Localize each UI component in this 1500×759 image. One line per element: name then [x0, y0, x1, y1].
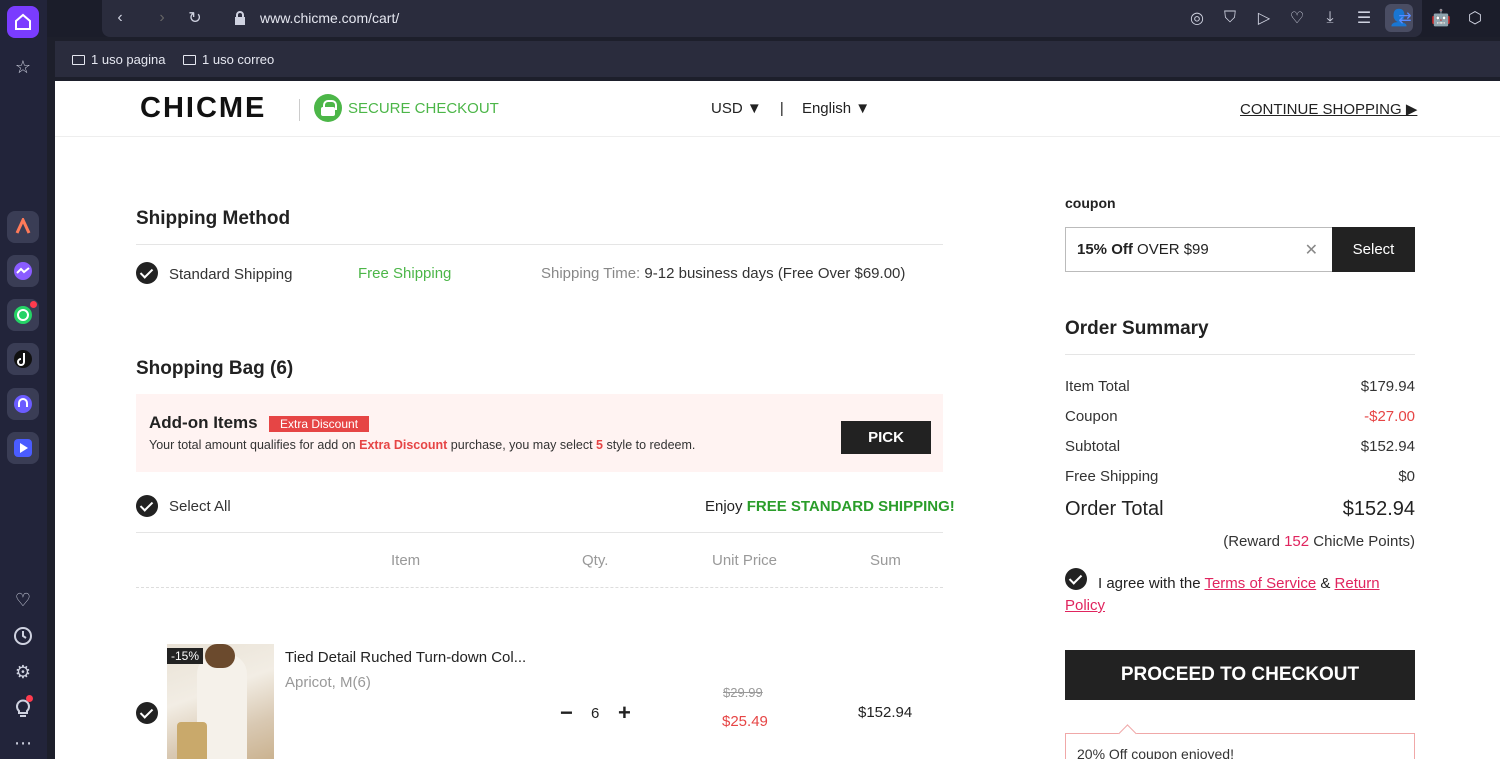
forward-icon[interactable]: › [152, 8, 172, 28]
url-text[interactable]: www.chicme.com/cart/ [260, 10, 399, 26]
history-icon[interactable] [11, 624, 35, 648]
reload-icon[interactable]: ↻ [185, 8, 205, 28]
folder-icon [72, 54, 85, 65]
coupon-input[interactable]: 15% Off OVER $99 ✕ [1065, 227, 1333, 272]
shopping-bag-title: Shopping Bag (6) [136, 358, 294, 379]
shipping-check-icon[interactable] [136, 262, 158, 284]
aria-icon[interactable] [7, 211, 39, 243]
return-policy-link[interactable]: Return [1335, 575, 1380, 592]
divider [136, 244, 943, 245]
qty-value[interactable]: 6 [591, 705, 599, 722]
player-icon[interactable] [7, 432, 39, 464]
robot-icon[interactable]: 🤖 [1431, 8, 1451, 28]
coupon-enjoyed-tip: 20% Off coupon enjoyed! [1065, 733, 1415, 759]
col-unit-price: Unit Price [712, 552, 778, 569]
more-icon[interactable]: ⋯ [11, 731, 35, 755]
currency-separator: | [779, 100, 784, 117]
col-sum: Sum [870, 552, 901, 569]
reward-points: (Reward 152 ChicMe Points) [1223, 533, 1415, 550]
header-divider [299, 99, 300, 121]
divider [136, 532, 943, 533]
standard-shipping-label: Standard Shipping [169, 266, 293, 283]
coupon-label: coupon [1065, 195, 1116, 211]
order-summary-title: Order Summary [1065, 318, 1209, 339]
qty-minus-button[interactable]: − [560, 700, 573, 726]
return-policy-link-2[interactable]: Policy [1065, 595, 1105, 617]
music-icon[interactable] [7, 388, 39, 420]
menu-icon[interactable]: ☰ [1354, 8, 1374, 28]
proceed-to-checkout-button[interactable]: PROCEED TO CHECKOUT [1065, 650, 1415, 700]
agree-terms-text: I agree with the Terms of Service & Retu… [1098, 575, 1380, 592]
addon-items-banner: Add-on Items Extra Discount Your total a… [136, 394, 943, 472]
agree-check-icon[interactable] [1065, 568, 1087, 590]
summary-row-shipping: Free Shipping $0 [1065, 468, 1415, 485]
clear-coupon-icon[interactable]: ✕ [1305, 240, 1318, 260]
browser-topbar: ‹ › ↻ www.chicme.com/cart/ ◎ ⛉ ▷ ♡ ⤓ ☰ 👤… [47, 0, 1500, 37]
star-icon[interactable]: ☆ [11, 55, 35, 79]
bookmark-1[interactable]: 1 uso pagina [72, 52, 165, 67]
select-all-check-icon[interactable] [136, 495, 158, 517]
bookmark-2[interactable]: 1 uso correo [183, 52, 274, 67]
product-name[interactable]: Tied Detail Ruched Turn-down Col... [285, 649, 526, 666]
cube-icon[interactable]: ⬡ [1465, 8, 1485, 28]
dashed-divider [136, 587, 943, 588]
messenger-icon[interactable] [7, 255, 39, 287]
pick-button[interactable]: PICK [841, 421, 931, 454]
product-sum: $152.94 [858, 704, 913, 721]
translate-icon[interactable]: ⇄ [1395, 8, 1415, 28]
whatsapp-icon[interactable] [7, 299, 39, 331]
coupon-select-button[interactable]: Select [1332, 227, 1415, 272]
currency-language: USD ▼ | English ▼ [711, 100, 870, 117]
camera-icon[interactable]: ◎ [1187, 8, 1207, 28]
discount-badge: -15% [167, 648, 204, 664]
shield-icon[interactable]: ⛉ [1220, 8, 1240, 28]
free-shipping-label: Free Shipping [358, 265, 452, 282]
continue-shopping-link[interactable]: CONTINUE SHOPPING ▶ [1240, 100, 1417, 118]
product-variant[interactable]: Apricot, M(6) [285, 674, 371, 691]
heart-outline-icon[interactable]: ♡ [1287, 8, 1307, 28]
summary-row-subtotal: Subtotal $152.94 [1065, 438, 1415, 455]
qty-plus-button[interactable]: + [618, 700, 631, 726]
tiktok-icon[interactable] [7, 343, 39, 375]
original-price: $29.99 [723, 685, 763, 700]
home-icon[interactable] [7, 6, 39, 38]
summary-row-coupon: Coupon -$27.00 [1065, 408, 1415, 425]
folder-icon [183, 54, 196, 65]
secure-lock-icon [314, 94, 342, 122]
addon-title: Add-on Items [149, 413, 258, 432]
send-icon[interactable]: ▷ [1254, 8, 1274, 28]
site-header: CHICME SECURE CHECKOUT USD ▼ | English ▼… [55, 81, 1500, 137]
terms-link[interactable]: Terms of Service [1204, 575, 1316, 592]
sale-price: $25.49 [722, 713, 768, 730]
back-icon[interactable]: ‹ [110, 8, 130, 28]
divider [1065, 354, 1415, 355]
secure-checkout-label: SECURE CHECKOUT [348, 100, 499, 117]
shipping-time: Shipping Time: 9-12 business days (Free … [541, 265, 906, 282]
browser-sidebar: ☆ ♡ ⚙ ⋯ [0, 0, 47, 759]
lightbulb-icon[interactable] [11, 695, 35, 720]
order-total-row: Order Total $152.94 [1065, 498, 1415, 520]
addon-description: Your total amount qualifies for add on E… [149, 438, 696, 452]
col-qty: Qty. [582, 552, 609, 569]
bookmarks-bar: 1 uso pagina 1 uso correo [55, 41, 1500, 77]
settings-icon[interactable]: ⚙ [11, 660, 35, 684]
select-all-label[interactable]: Select All [169, 498, 231, 515]
product-check-icon[interactable] [136, 702, 158, 724]
heart-icon[interactable]: ♡ [11, 588, 35, 612]
language-select[interactable]: English ▼ [802, 100, 870, 117]
chicme-logo[interactable]: CHICME [140, 92, 266, 125]
extra-discount-badge: Extra Discount [269, 416, 370, 432]
coupon-value: 15% Off OVER $99 [1077, 241, 1209, 258]
free-shipping-notice: Enjoy FREE STANDARD SHIPPING! [705, 498, 955, 515]
address-bar[interactable]: ‹ › ↻ www.chicme.com/cart/ ◎ ⛉ ▷ ♡ ⤓ ☰ 👤 [102, 0, 1422, 37]
col-item: Item [391, 552, 421, 569]
download-icon[interactable]: ⤓ [1320, 8, 1340, 28]
summary-row-item-total: Item Total $179.94 [1065, 378, 1415, 395]
page-content: CHICME SECURE CHECKOUT USD ▼ | English ▼… [55, 81, 1500, 759]
lock-icon [230, 8, 250, 28]
currency-select[interactable]: USD ▼ [711, 100, 762, 117]
shipping-method-title: Shipping Method [136, 208, 291, 229]
